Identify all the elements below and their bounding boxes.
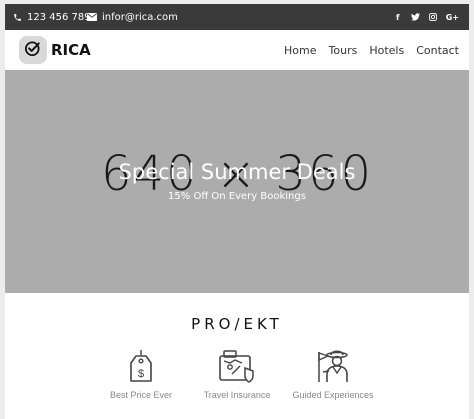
feature-travel-insurance[interactable]: Travel Insurance: [182, 344, 292, 400]
email-address: infor@rica.com: [102, 11, 178, 23]
hero-banner: 640 × 360 Special Summer Deals 15% Off O…: [5, 70, 469, 293]
nav-home[interactable]: Home: [284, 44, 316, 57]
instagram-icon[interactable]: [428, 13, 437, 21]
phone-icon: [13, 13, 22, 22]
google-plus-icon[interactable]: G+: [446, 13, 459, 22]
facebook-icon[interactable]: f: [394, 13, 402, 22]
logo[interactable]: [19, 36, 47, 64]
nav-hotels[interactable]: Hotels: [369, 44, 404, 57]
feature-best-price[interactable]: $ Best Price Ever: [86, 344, 196, 400]
nav-contact[interactable]: Contact: [416, 44, 459, 57]
top-bar: 123 456 789 infor@rica.com f G+: [5, 4, 469, 30]
travel-map-icon: [182, 344, 292, 384]
brand-name[interactable]: RICA: [51, 30, 91, 70]
phone-contact[interactable]: 123 456 789: [13, 4, 91, 30]
feature-label: Travel Insurance: [203, 390, 271, 400]
price-tag-icon: $: [86, 344, 196, 384]
hero-title: Special Summer Deals: [118, 160, 356, 184]
site-header: RICA Home Tours Hotels Contact: [5, 30, 469, 70]
envelope-icon: [87, 13, 97, 21]
page-frame: 123 456 789 infor@rica.com f G+ RICA Hom…: [5, 4, 469, 419]
guide-icon: [278, 344, 388, 384]
nav-tours[interactable]: Tours: [329, 44, 358, 57]
twitter-icon[interactable]: [410, 13, 420, 21]
check-circle-icon: [24, 39, 42, 61]
phone-number: 123 456 789: [27, 11, 91, 23]
svg-text:$: $: [138, 368, 144, 380]
feature-label: Guided Experiences: [292, 390, 374, 400]
hero-subtitle: 15% Off On Every Bookings: [168, 191, 306, 202]
main-nav: Home Tours Hotels Contact: [284, 30, 459, 70]
feature-guided-experiences[interactable]: Guided Experiences: [278, 344, 388, 400]
feature-label: Best Price Ever: [109, 390, 173, 400]
email-contact[interactable]: infor@rica.com: [87, 4, 178, 30]
social-links: f G+: [394, 4, 459, 30]
section-title: PRO/EKT: [191, 315, 283, 333]
